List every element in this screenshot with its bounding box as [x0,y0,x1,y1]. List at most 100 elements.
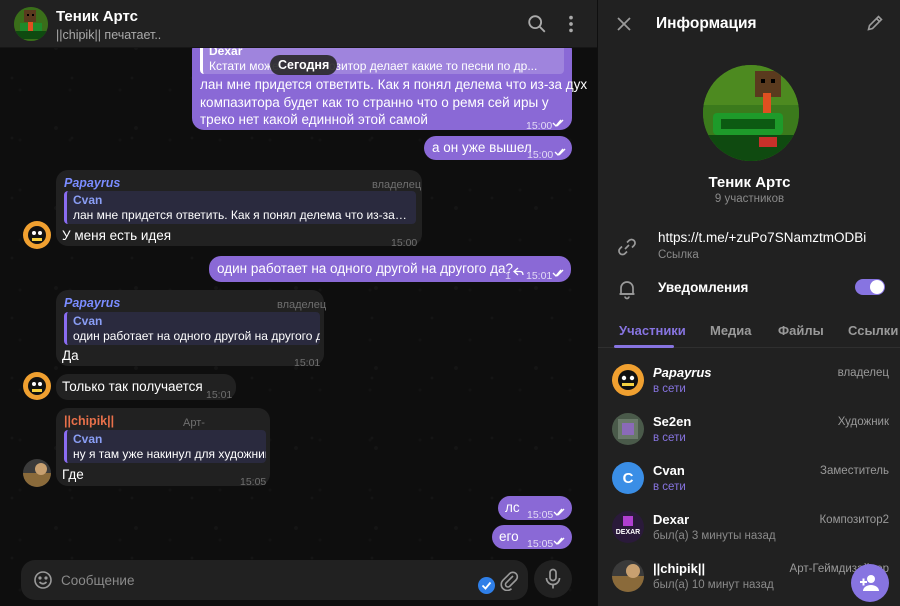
chat-panel: Теник Артс ||chipik|| печатает.. Dexar К… [0,0,597,606]
member-count: 9 участников [714,193,785,205]
chat-avatar[interactable] [14,7,48,41]
message-time: 15:01 [206,389,233,401]
sender-name[interactable]: Papayrus [64,174,120,192]
message-text: Где [62,467,84,482]
message-text: У меня есть идея [62,228,172,243]
message-bubble-outgoing[interactable]: Dexar Кстати може... 1 композитор делает… [192,38,587,132]
reply-quote[interactable]: Cvan лан мне придется ответить. Как я по… [64,191,416,224]
notifications-toggle[interactable] [855,279,885,295]
message-time: 15:01 [526,270,553,282]
message-bubble-incoming[interactable]: Только так получается 15:01 [56,374,236,401]
read-check-icon [554,148,566,157]
user-avatar-chipik[interactable] [23,459,51,487]
read-check-icon [552,269,564,278]
member-status: был(а) 3 минуты назад [653,530,776,542]
tab-links[interactable]: Ссылки [848,323,898,338]
date-separator: Сегодня [270,55,338,75]
tab-media[interactable]: Медиа [710,323,752,338]
member-name: Papayrus [653,365,712,380]
member-role: Заместитель [820,465,889,477]
member-row[interactable]: DEXAR Dexar был(а) 3 минуты назад Композ… [598,507,900,556]
member-status: в сети [653,481,686,493]
user-avatar-papayrus[interactable] [23,372,51,400]
member-name: Cvan [653,463,685,478]
notifications-label: Уведомления [658,280,749,295]
member-role: Художник [837,416,889,428]
microphone-icon [545,568,561,589]
message-text: Да [62,348,79,363]
tab-members[interactable]: Участники [619,323,686,338]
attach-paperclip-icon[interactable] [499,569,519,591]
info-tabs: Участники Медиа Файлы Ссылки [598,316,900,348]
member-row[interactable]: C Cvan в сети Заместитель [598,458,900,507]
invite-link-label: Ссылка [658,249,699,261]
reply-text: лан мне придется ответить. Как я понял д… [73,208,410,222]
user-avatar-papayrus[interactable] [23,221,51,249]
message-time: 15:01 [294,357,321,369]
member-status: в сети [653,432,686,444]
info-panel: Информация Теник Артс 9 участников https… [597,0,900,606]
member-name: ||chipik|| [653,561,706,576]
member-avatar [612,560,644,592]
member-avatar [612,413,644,445]
reply-text: Кстати може... 1 композитор делает какие… [209,59,538,73]
emoji-icon[interactable] [33,570,53,590]
tab-files[interactable]: Файлы [778,323,824,338]
reply-quote[interactable]: Cvan один работает на одного другой на д… [64,312,320,345]
checkmark-badge-icon [478,577,495,594]
close-icon[interactable] [616,16,632,32]
message-bubble-incoming[interactable]: Papayrus владелец Cvan один работает на … [56,290,326,369]
group-avatar[interactable] [703,65,799,161]
invite-link[interactable]: https://t.me/+zuPo7SNamztmODBi [658,230,866,245]
sender-name[interactable]: Papayrus [64,294,120,312]
member-avatar: C [612,462,644,494]
voice-record-button[interactable] [534,560,572,598]
bell-icon [619,281,635,300]
member-name: Se2en [653,414,692,429]
read-check-icon [552,119,564,128]
reply-author: Cvan [73,432,103,446]
message-text: лс [505,500,520,515]
message-text: один работает на одного другой на другог… [217,261,514,276]
member-role: владелец [837,367,889,379]
message-text: Только так получается [62,379,203,394]
link-icon [618,238,636,256]
reply-count[interactable]: 1 [505,267,511,285]
member-initial: C [622,470,634,487]
dexar-logo-icon [623,516,633,526]
member-avatar-badge: DEXAR [615,529,641,536]
chat-header[interactable]: Теник Артс ||chipik|| печатает.. [0,0,597,48]
message-bubble-outgoing[interactable]: а он уже вышел 15:00 [424,136,572,161]
chat-title[interactable]: Теник Артс [56,8,138,25]
message-text: лан мне придется ответить. Как я понял д… [200,77,588,92]
add-member-button[interactable] [851,564,889,602]
message-input[interactable] [61,569,461,591]
member-row[interactable]: Papayrus в сети владелец [598,360,900,409]
typing-status: ||chipik|| печатает.. [56,28,162,42]
reply-quote[interactable]: Cvan ну я там уже накинул для художника [64,430,266,463]
message-bubble-outgoing[interactable]: лс 15:05 [498,496,572,521]
message-time: 15:05 [527,538,554,550]
edit-pencil-icon[interactable] [866,14,884,32]
message-composer[interactable] [21,560,528,600]
message-bubble-outgoing[interactable]: один работает на одного другой на другог… [209,256,571,282]
message-bubble-incoming[interactable]: Papayrus владелец Cvan лан мне придется … [56,170,422,249]
active-tab-indicator [614,345,674,348]
read-check-icon [553,537,565,546]
message-bubble-incoming[interactable]: ||chipik|| Арт-Геймдизайнер Cvan ну я та… [56,408,270,488]
member-status: был(а) 10 минут назад [653,579,774,591]
reply-text: ну я там уже накинул для художника [73,447,266,461]
message-time: 15:00 [526,120,553,132]
message-bubble-outgoing[interactable]: его 15:05 [492,525,572,550]
add-user-icon [860,575,879,591]
more-vertical-icon[interactable] [560,13,582,35]
sender-name[interactable]: ||chipik|| [64,412,114,430]
reply-arrow-icon[interactable] [513,267,524,277]
member-row[interactable]: Se2en в сети Художник [598,409,900,458]
reply-text: один работает на одного другой на другог… [73,329,320,343]
search-icon[interactable] [526,13,548,35]
message-text: а он уже вышел [432,140,532,155]
member-role: Композитор2 [819,514,889,526]
info-panel-title: Информация [656,15,757,32]
reply-author: Cvan [73,314,103,328]
